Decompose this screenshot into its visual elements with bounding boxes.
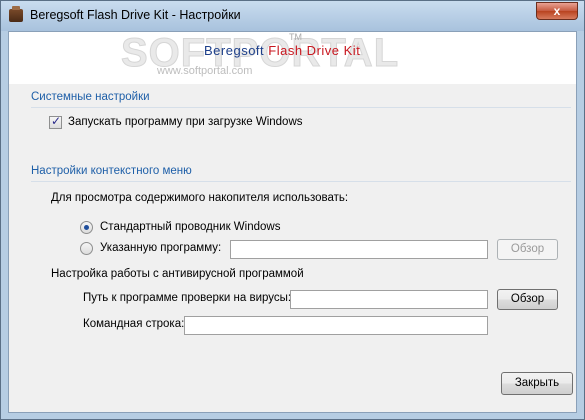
antivirus-title: Настройка работы с антивирусной программ… bbox=[51, 268, 304, 280]
radio-explorer-label: Стандартный проводник Windows bbox=[100, 221, 281, 233]
client-area: SOFTPORTAL TM www.softportal.com Beregso… bbox=[8, 31, 577, 413]
radio-custom-program[interactable] bbox=[80, 242, 93, 255]
logo-product: Flash Drive Kit bbox=[268, 43, 361, 58]
checkmark-icon: ✓ bbox=[51, 114, 62, 128]
antivirus-path-label: Путь к программе проверки на вирусы: bbox=[83, 292, 292, 304]
title-bar[interactable]: Beregsoft Flash Drive Kit - Настройки x bbox=[1, 1, 584, 31]
browse-program-button[interactable]: Обзор bbox=[497, 239, 558, 260]
radio-explorer[interactable] bbox=[80, 221, 93, 234]
watermark-url: www.softportal.com bbox=[157, 65, 253, 77]
custom-program-field[interactable] bbox=[230, 240, 488, 259]
product-logo: Beregsoft Flash Drive Kit bbox=[204, 43, 360, 58]
window-close-button[interactable]: x bbox=[536, 2, 578, 20]
cmdline-label: Командная строка: bbox=[83, 318, 185, 330]
logo-banner: SOFTPORTAL TM www.softportal.com Beregso… bbox=[9, 32, 576, 84]
logo-brand: Beregsoft bbox=[204, 43, 265, 58]
viewer-prompt: Для просмотра содержимого накопителя исп… bbox=[51, 192, 349, 204]
close-button[interactable]: Закрыть bbox=[501, 372, 573, 395]
cmdline-field[interactable] bbox=[184, 316, 488, 335]
settings-window: Beregsoft Flash Drive Kit - Настройки x … bbox=[0, 0, 585, 420]
divider bbox=[31, 107, 571, 108]
window-title: Beregsoft Flash Drive Kit - Настройки bbox=[30, 8, 241, 22]
context-menu-title: Настройки контекстного меню bbox=[31, 165, 192, 177]
divider bbox=[31, 181, 571, 182]
autostart-checkbox[interactable]: ✓ bbox=[49, 114, 62, 129]
browse-antivirus-button[interactable]: Обзор bbox=[497, 289, 558, 310]
antivirus-path-field[interactable] bbox=[290, 290, 488, 309]
flash-drive-kit-icon bbox=[9, 6, 23, 22]
autostart-label: Запускать программу при загрузке Windows bbox=[68, 116, 303, 128]
watermark-tm: TM bbox=[289, 32, 302, 42]
radio-custom-program-label: Указанную программу: bbox=[100, 242, 222, 254]
system-settings-title: Системные настройки bbox=[31, 91, 150, 103]
